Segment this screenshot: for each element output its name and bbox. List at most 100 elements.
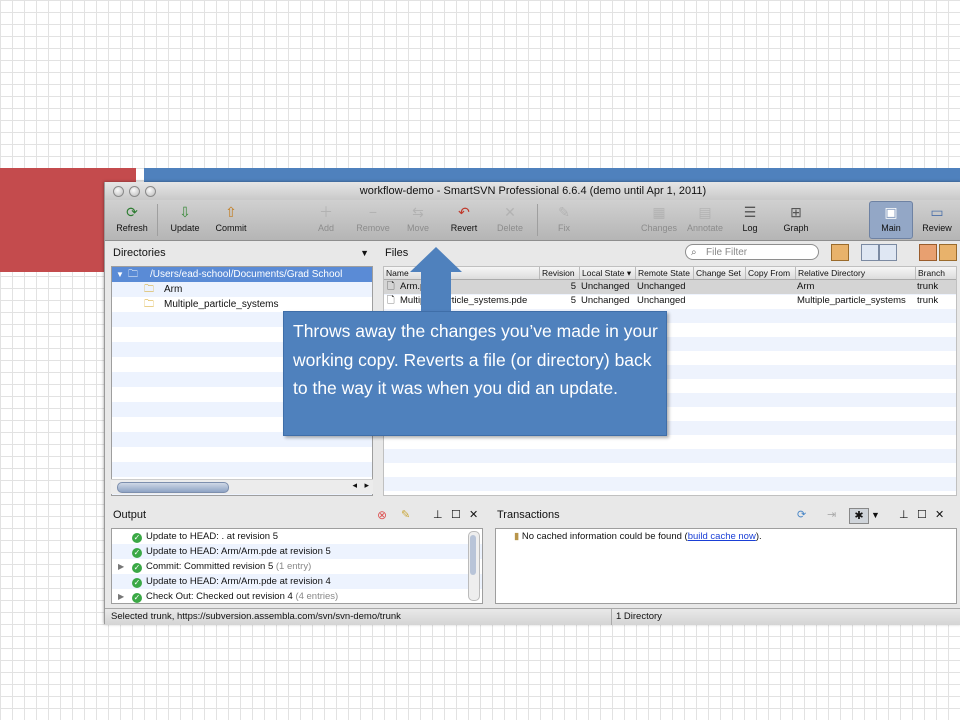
tree-item-multiple-particle-systems[interactable]: 🗀 Multiple_particle_systems	[112, 297, 372, 312]
scrollbar-thumb[interactable]	[117, 482, 229, 493]
add-label: Add	[317, 223, 334, 233]
file-icon: 🗋	[387, 281, 395, 292]
column-header-branch[interactable]: Branch	[916, 267, 956, 279]
show-modified-icon[interactable]	[919, 244, 937, 261]
clear-output-icon[interactable]: ⊗	[377, 505, 387, 525]
delete-button[interactable]: ✕ Delete	[493, 202, 527, 238]
remove-button[interactable]: − Remove	[353, 202, 393, 238]
chevron-down-icon[interactable]: ▼	[871, 505, 880, 525]
forward-icon[interactable]: ⇥	[827, 505, 836, 525]
file-remote-state: Unchanged	[637, 295, 686, 306]
column-header-relative-directory[interactable]: Relative Directory	[796, 267, 916, 279]
fix-button[interactable]: ✎ Fix	[551, 202, 577, 238]
column-header-local-state[interactable]: Local State ▾	[580, 267, 636, 279]
list-item[interactable]: ▶ ✓ Check Out: Checked out revision 4 (4 e…	[112, 589, 482, 604]
show-directories-icon[interactable]	[939, 244, 957, 261]
add-button[interactable]: ＋ Add	[309, 202, 343, 238]
scrollbar-thumb[interactable]	[470, 535, 476, 575]
column-header-change-set[interactable]: Change Set	[694, 267, 746, 279]
move-icon: ⇆	[412, 204, 424, 220]
settings-icon[interactable]: ✱	[849, 508, 869, 524]
close-window-button[interactable]	[113, 186, 124, 197]
scroll-left-icon[interactable]: ◂	[352, 480, 357, 491]
main-perspective-icon: ▣	[884, 204, 898, 220]
pin-icon[interactable]: ⊥	[433, 505, 443, 525]
close-panel-icon[interactable]: ✕	[469, 505, 478, 525]
refresh-button[interactable]: ⟳ Refresh	[113, 202, 151, 238]
output-vertical-scrollbar[interactable]	[468, 531, 480, 601]
update-icon: ⇩	[179, 204, 191, 220]
annotate-button[interactable]: ▤ Annotate	[683, 202, 727, 238]
file-branch: trunk	[917, 281, 939, 292]
list-item[interactable]: ✓ Update to HEAD: Arm/Arm.pde at revision…	[112, 574, 482, 589]
output-text: Commit: Committed revision 5	[146, 561, 274, 572]
expand-triangle-icon[interactable]: ▼	[116, 267, 124, 282]
success-icon: ✓	[132, 548, 142, 558]
main-toolbar: ⟳ Refresh ⇩ Update ⇧ Commit ＋ Add − Remo…	[105, 200, 960, 241]
scroll-right-icon[interactable]: ▸	[364, 480, 369, 491]
success-icon: ✓	[132, 533, 142, 543]
column-header-copy-from[interactable]: Copy From	[746, 267, 796, 279]
success-icon: ✓	[132, 593, 142, 603]
list-item[interactable]: ✓ Update to HEAD: Arm/Arm.pde at revision…	[112, 544, 482, 559]
maximize-icon[interactable]: ☐	[451, 505, 461, 525]
minimize-window-button[interactable]	[129, 186, 140, 197]
review-perspective-button[interactable]: ▭ Review	[917, 202, 957, 238]
show-unversioned-icon[interactable]	[831, 244, 849, 261]
changes-button[interactable]: ▦ Changes	[639, 202, 679, 238]
column-header-name[interactable]: Name	[384, 267, 540, 279]
toolbar-separator	[537, 204, 538, 236]
files-table-header: Name Revision Local State ▾ Remote State…	[384, 267, 956, 280]
table-row[interactable]: 🗋 Arm.pde 5 Unchanged Unchanged Arm trun…	[384, 280, 956, 294]
commit-button[interactable]: ⇧ Commit	[211, 202, 251, 238]
zoom-window-button[interactable]	[145, 186, 156, 197]
output-text: Update to HEAD: . at revision 5	[146, 531, 279, 542]
revert-button[interactable]: ↶ Revert	[447, 202, 481, 238]
directories-title: Directories	[113, 247, 166, 259]
tree-item-root[interactable]: ▼ 🗀 /Users/ead-school/Documents/Grad Sch…	[112, 267, 372, 282]
list-item[interactable]: ▶ ✓ Commit: Committed revision 5 (1 entry)	[112, 559, 482, 574]
main-perspective-button[interactable]: ▣ Main	[869, 201, 913, 239]
output-text: Update to HEAD: Arm/Arm.pde at revision …	[146, 576, 331, 587]
output-entry-count: (1 entry)	[275, 561, 312, 572]
revert-label: Revert	[450, 223, 478, 233]
expand-triangle-icon[interactable]: ▶	[118, 589, 124, 604]
directories-horizontal-scrollbar[interactable]: ◂ ▸	[111, 479, 373, 494]
pin-icon[interactable]: ⊥	[899, 505, 909, 525]
list-item[interactable]: ✓ Update to HEAD: . at revision 5	[112, 529, 482, 544]
close-panel-icon[interactable]: ✕	[935, 505, 944, 525]
file-remote-state: Unchanged	[637, 281, 686, 292]
show-ignored-icon[interactable]	[879, 244, 897, 261]
window-titlebar: workflow-demo - SmartSVN Professional 6.…	[105, 182, 960, 200]
search-icon: ⌕	[691, 247, 697, 258]
directories-menu-icon[interactable]: ▼	[360, 243, 369, 263]
build-cache-link[interactable]: build cache now	[688, 531, 756, 542]
file-filter-placeholder: File Filter	[706, 247, 748, 258]
transactions-header: Transactions ⟳ ⇥ ✱ ▼ ⊥ ☐ ✕	[497, 505, 955, 525]
show-unchanged-icon[interactable]	[861, 244, 879, 261]
column-header-remote-state[interactable]: Remote State	[636, 267, 694, 279]
output-text: Check Out: Checked out revision 4	[146, 591, 293, 602]
changes-icon: ▦	[652, 204, 666, 220]
maximize-icon[interactable]: ☐	[917, 505, 927, 525]
log-button[interactable]: ☰ Log	[737, 202, 763, 238]
column-header-revision[interactable]: Revision	[540, 267, 580, 279]
graph-button[interactable]: ⊞ Graph	[779, 202, 813, 238]
expand-triangle-icon[interactable]: ▶	[118, 559, 124, 574]
file-filter-input[interactable]: ⌕ File Filter	[685, 244, 819, 260]
success-icon: ✓	[132, 578, 142, 588]
output-list: ✓ Update to HEAD: . at revision 5 ✓ Update…	[111, 528, 483, 604]
edit-icon[interactable]: ✎	[401, 505, 410, 525]
move-button[interactable]: ⇆ Move	[403, 202, 433, 238]
tree-item-arm[interactable]: 🗀 Arm	[112, 282, 372, 297]
files-title: Files	[385, 247, 409, 259]
table-row[interactable]: 🗋 Multiple_particle_systems.pde 5 Unchan…	[384, 294, 956, 308]
update-button[interactable]: ⇩ Update	[167, 202, 203, 238]
window-title: workflow-demo - SmartSVN Professional 6.…	[359, 185, 707, 197]
tree-item-label: /Users/ead-school/Documents/Grad School	[150, 269, 343, 280]
refresh-icon[interactable]: ⟳	[797, 505, 806, 525]
main-label: Main	[881, 223, 901, 233]
transactions-message-text: No cached information could be found (	[521, 531, 688, 542]
transactions-message-end: ).	[755, 531, 762, 542]
fix-label: Fix	[558, 223, 570, 233]
